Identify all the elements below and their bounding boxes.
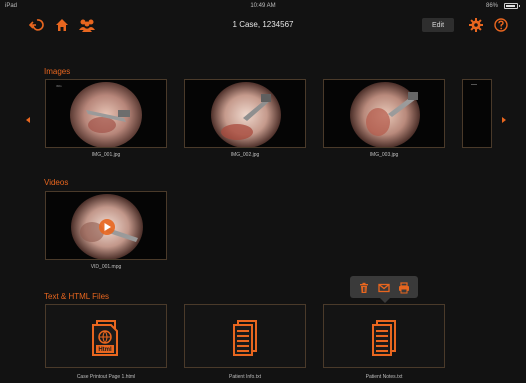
navigation-bar: 1 Case, 1234567 Edit	[0, 12, 526, 38]
help-icon[interactable]	[493, 17, 509, 33]
battery-icon	[504, 3, 520, 9]
html-icon-text: Html	[98, 347, 112, 353]
image-caption-3: IMG_003.jpg	[369, 152, 399, 158]
file-tile-html[interactable]: Html	[45, 304, 167, 368]
file-caption-patient-info: Patient Info.txt	[229, 374, 261, 380]
clock: 10:49 AM	[250, 3, 276, 9]
text-file-icon	[233, 320, 257, 356]
html-file-icon: Html	[92, 320, 118, 356]
battery-percent: 86%	[485, 3, 498, 9]
files-section-label: Text & HTML Files	[44, 292, 110, 301]
video-thumbnail-1[interactable]	[45, 191, 167, 260]
file-tile-patient-notes[interactable]	[323, 304, 445, 368]
text-file-icon	[372, 320, 396, 356]
file-caption-patient-notes: Patient Notes.txt	[365, 374, 403, 380]
trash-icon[interactable]	[358, 281, 370, 293]
image-thumbnail-2[interactable]	[184, 79, 306, 148]
videos-section-label: Videos	[44, 178, 69, 187]
image-thumbnail-3[interactable]	[323, 79, 445, 148]
mail-icon[interactable]	[378, 281, 390, 293]
image-overlay-text: IMG	[56, 84, 62, 88]
images-section-label: Images	[44, 67, 71, 76]
image-caption-1: IMG_001.jpg	[91, 152, 121, 158]
file-actions-popover	[350, 276, 418, 303]
scroll-right-arrow[interactable]	[502, 117, 506, 123]
image-caption-2: IMG_002.jpg	[230, 152, 260, 158]
edit-button[interactable]: Edit	[422, 18, 454, 32]
gear-icon[interactable]	[468, 17, 484, 33]
video-caption-1: VID_001.mpg	[90, 264, 122, 270]
status-bar: iPad 10:49 AM 86%	[0, 0, 526, 12]
file-caption-html: Case Printout Page 1.html	[76, 374, 136, 380]
file-tile-patient-info[interactable]	[184, 304, 306, 368]
image-thumbnail-1[interactable]: IMG	[45, 79, 167, 148]
print-icon[interactable]	[398, 281, 410, 294]
image-thumbnail-4-partial[interactable]	[462, 79, 492, 148]
scroll-left-arrow[interactable]	[26, 117, 30, 123]
